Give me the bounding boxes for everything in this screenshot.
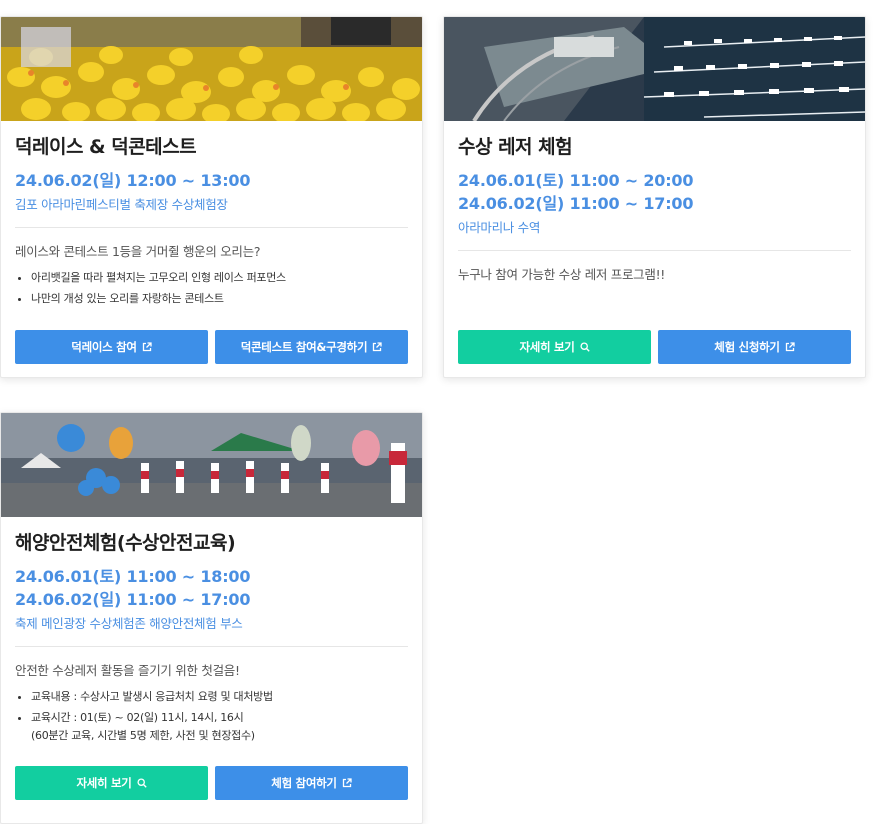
search-icon	[579, 342, 590, 352]
card-title: 수상 레저 체험	[458, 136, 573, 158]
external-link-icon	[342, 778, 352, 788]
card-title: 덕레이스 & 덕콘테스트	[15, 136, 197, 158]
view-details-button[interactable]: 자세히 보기	[458, 330, 651, 364]
divider	[15, 646, 408, 647]
button-label: 덕콘테스트 참여&구경하기	[240, 340, 368, 354]
list-item-note: (60분간 교육, 시간별 5명 제한, 사전 및 현장접수)	[31, 729, 255, 742]
list-item: 교육내용 : 수상사고 발생시 응급처치 요령 및 대처방법	[31, 688, 408, 706]
marching-band-photo	[1, 413, 422, 517]
duck-contest-join-button[interactable]: 덕콘테스트 참여&구경하기	[215, 330, 408, 364]
event-description: 누구나 참여 가능한 수상 레저 프로그램!!	[458, 267, 665, 282]
duck-race-photo	[1, 17, 422, 121]
external-link-icon	[785, 342, 795, 352]
event-description: 안전한 수상레저 활동을 즐기기 위한 첫걸음!	[15, 663, 240, 678]
event-details-list: 교육내용 : 수상사고 발생시 응급처치 요령 및 대처방법 교육시간 : 01…	[15, 688, 408, 745]
event-card-marine-safety: 해양안전체험(수상안전교육) 24.06.01(토) 11:00 ~ 18:00…	[0, 412, 423, 824]
duck-race-join-button[interactable]: 덕레이스 참여	[15, 330, 208, 364]
button-label: 덕레이스 참여	[71, 340, 137, 354]
divider	[15, 227, 408, 228]
external-link-icon	[142, 342, 152, 352]
list-item: 나만의 개성 있는 오리를 자랑하는 콘테스트	[31, 290, 408, 308]
button-label: 체험 참여하기	[271, 776, 337, 790]
event-location: 김포 아라마린페스티벌 축제장 수상체험장	[15, 197, 228, 212]
button-label: 체험 신청하기	[714, 340, 780, 354]
button-label: 자세히 보기	[519, 340, 575, 354]
event-date: 24.06.02(일) 12:00 ~ 13:00	[15, 171, 251, 190]
list-item-text: 교육시간 : 01(토) ~ 02(일) 11시, 14시, 16시	[31, 711, 244, 724]
list-item: 교육시간 : 01(토) ~ 02(일) 11시, 14시, 16시 (60분간…	[31, 709, 408, 745]
divider	[458, 250, 851, 251]
event-date: 24.06.02(일) 11:00 ~ 17:00	[458, 194, 694, 213]
apply-experience-button[interactable]: 체험 신청하기	[658, 330, 851, 364]
card-title: 해양안전체험(수상안전교육)	[15, 532, 236, 554]
list-item: 아리뱃길을 따라 펼쳐지는 고무오리 인형 레이스 퍼포먼스	[31, 269, 408, 287]
search-icon	[136, 778, 147, 788]
event-location: 축제 메인광장 수상체험존 해양안전체험 부스	[15, 616, 243, 631]
event-location: 아라마리나 수역	[458, 220, 541, 235]
event-card-duck-race: 덕레이스 & 덕콘테스트 24.06.02(일) 12:00 ~ 13:00 김…	[0, 16, 423, 378]
event-date: 24.06.01(토) 11:00 ~ 18:00	[15, 567, 251, 586]
event-details-list: 아리뱃길을 따라 펼쳐지는 고무오리 인형 레이스 퍼포먼스 나만의 개성 있는…	[15, 269, 408, 308]
join-experience-button[interactable]: 체험 참여하기	[215, 766, 408, 800]
event-date: 24.06.02(일) 11:00 ~ 17:00	[15, 590, 251, 609]
event-description: 레이스와 콘테스트 1등을 거머쥘 행운의 오리는?	[15, 244, 261, 259]
button-label: 자세히 보기	[76, 776, 132, 790]
event-card-water-leisure: 수상 레저 체험 24.06.01(토) 11:00 ~ 20:00 24.06…	[443, 16, 866, 378]
external-link-icon	[373, 342, 382, 352]
marina-photo	[444, 17, 865, 121]
view-details-button[interactable]: 자세히 보기	[15, 766, 208, 800]
event-date: 24.06.01(토) 11:00 ~ 20:00	[458, 171, 694, 190]
